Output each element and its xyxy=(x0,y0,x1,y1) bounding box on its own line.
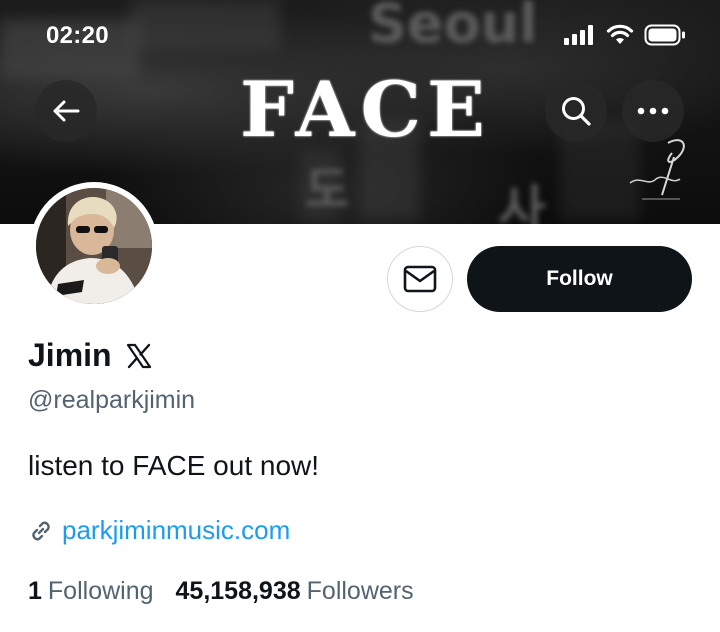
user-handle: @realparkjimin xyxy=(28,386,196,414)
profile-stats: 1 Following 45,158,938 Followers xyxy=(28,577,414,606)
message-icon xyxy=(403,265,437,293)
status-time: 02:20 xyxy=(46,22,109,49)
followers-stat[interactable]: 45,158,938 Followers xyxy=(176,577,414,606)
back-arrow-icon xyxy=(53,100,80,122)
x-logo-icon[interactable] xyxy=(126,343,152,369)
status-icons xyxy=(564,24,686,46)
signature-graphic xyxy=(629,139,685,200)
more-button[interactable] xyxy=(622,80,684,142)
wifi-icon xyxy=(606,24,634,44)
followers-count: 45,158,938 xyxy=(175,577,301,605)
status-bar: 02:20 xyxy=(0,0,720,70)
following-label: Following xyxy=(47,577,154,605)
more-icon xyxy=(637,107,669,115)
message-button[interactable] xyxy=(387,246,453,312)
following-stat[interactable]: 1 Following xyxy=(28,577,154,606)
banner-title: FACE xyxy=(240,65,491,154)
signal-icon xyxy=(564,25,593,45)
banner-bg-text-do: 도 xyxy=(305,162,350,218)
back-button[interactable] xyxy=(35,80,97,142)
banner-bg-text-sa: 사 xyxy=(498,181,546,224)
display-name: Jimin xyxy=(28,337,112,373)
link-icon xyxy=(32,521,50,540)
following-count: 1 xyxy=(28,577,42,605)
profile-link-row[interactable]: parkjiminmusic.com xyxy=(28,515,290,546)
profile-link[interactable]: parkjiminmusic.com xyxy=(62,515,290,546)
name-row: Jimin xyxy=(28,337,152,374)
search-icon xyxy=(562,97,591,126)
profile-avatar[interactable] xyxy=(30,182,158,310)
avatar-illustration xyxy=(36,188,152,304)
follow-button[interactable]: Follow xyxy=(467,246,692,312)
profile-bio: listen to FACE out now! xyxy=(28,450,320,481)
search-button[interactable] xyxy=(545,80,607,142)
avatar-photo xyxy=(36,188,152,304)
followers-label: Followers xyxy=(306,577,414,605)
battery-icon xyxy=(644,24,685,46)
